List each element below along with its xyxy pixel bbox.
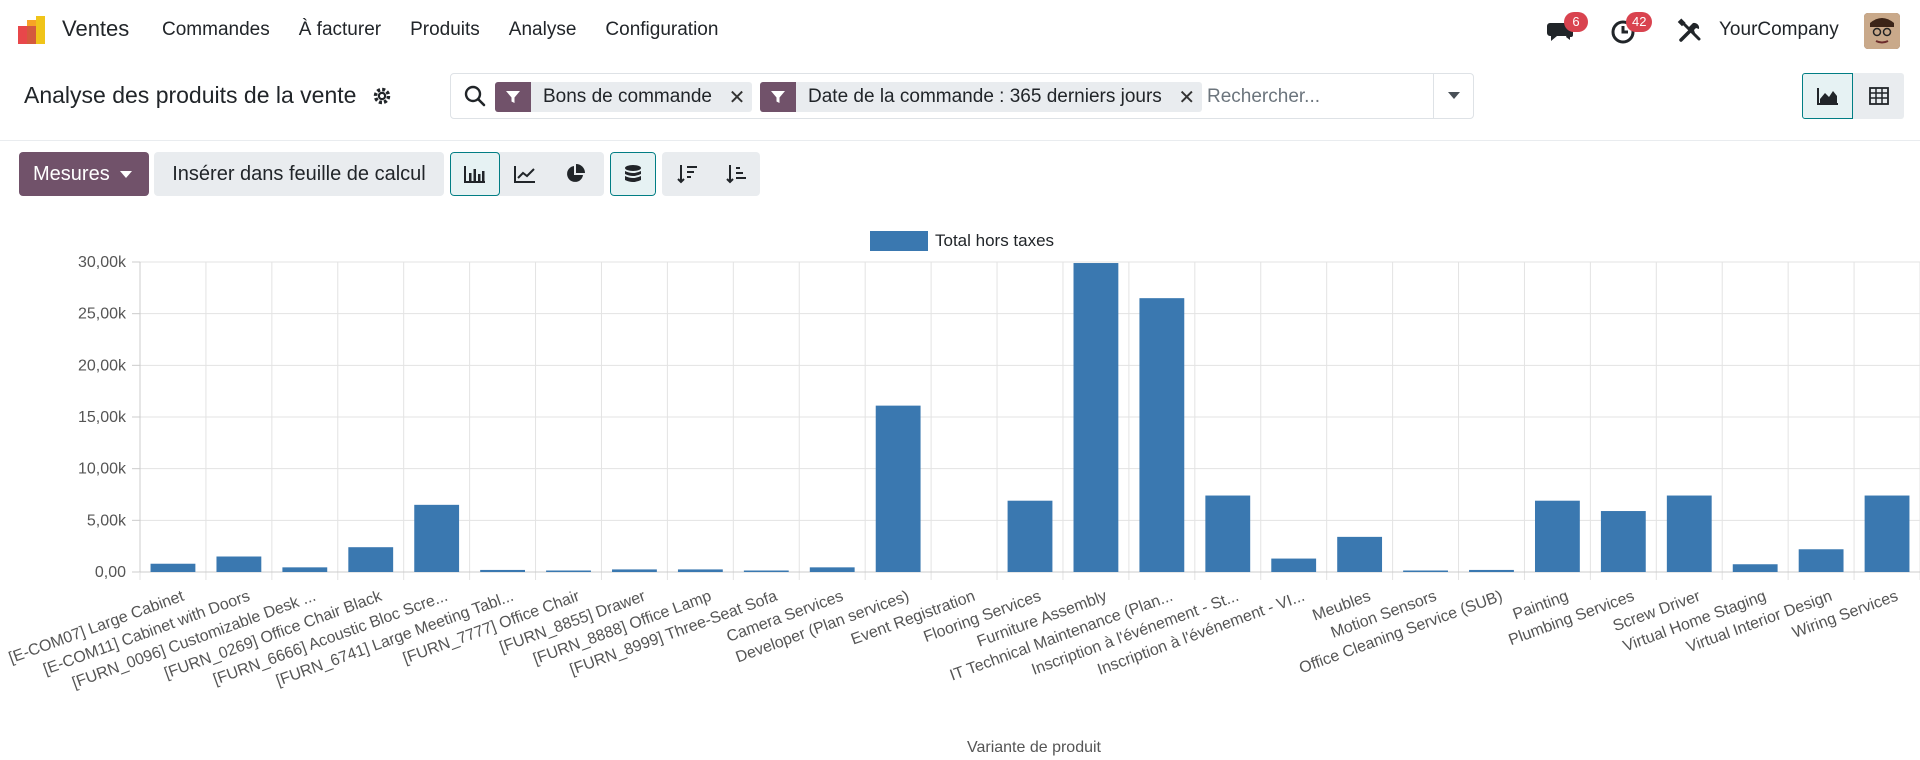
chart-type-group [450, 152, 604, 196]
main-menu: Commandes À facturer Produits Analyse Co… [162, 19, 747, 41]
bar [1864, 495, 1910, 572]
bar [1205, 495, 1251, 572]
filter-icon [760, 82, 796, 112]
avatar-face-icon [1864, 13, 1900, 49]
top-navbar: Ventes Commandes À facturer Produits Ana… [0, 0, 1920, 60]
sales-app-icon[interactable] [16, 14, 48, 46]
bar [677, 569, 723, 572]
y-tick-label: 20,00k [78, 357, 127, 374]
app-name[interactable]: Ventes [62, 16, 129, 42]
graph-view-button[interactable] [1802, 73, 1853, 119]
caret-down-icon [1447, 92, 1460, 99]
bar [1271, 558, 1317, 572]
sort-group [662, 152, 760, 196]
filter-facet-date-commande: Date de la commande : 365 derniers jours… [760, 82, 1202, 112]
y-tick-label: 30,00k [78, 254, 127, 271]
bar [1534, 500, 1580, 572]
insert-spreadsheet-button[interactable]: Insérer dans feuille de calcul [154, 152, 444, 196]
measures-label: Mesures [33, 162, 110, 185]
bar-chart-button[interactable] [450, 152, 500, 196]
bar [1007, 500, 1053, 572]
menu-item-configuration[interactable]: Configuration [605, 19, 718, 41]
filter-icon [495, 82, 531, 112]
bar [743, 570, 789, 572]
bar [875, 405, 921, 572]
pie-chart-icon [567, 164, 585, 182]
y-tick-label: 5,00k [87, 512, 127, 529]
bar [480, 569, 526, 572]
company-name[interactable]: YourCompany [1719, 19, 1839, 41]
area-chart-icon [1816, 88, 1838, 105]
bar [1666, 495, 1712, 572]
remove-facet-button[interactable]: ✕ [722, 82, 752, 112]
y-tick-label: 25,00k [78, 306, 127, 323]
page-title: Analyse des produits de la vente [24, 82, 357, 108]
table-icon [1868, 87, 1889, 105]
menu-item-commandes[interactable]: Commandes [162, 19, 270, 41]
y-tick-label: 15,00k [78, 409, 127, 426]
sort-ascending-icon [725, 165, 746, 184]
menu-item-produits[interactable]: Produits [410, 19, 480, 41]
search-bar: Bons de commande ✕ Date de la commande :… [450, 73, 1474, 119]
bar [809, 567, 855, 572]
stacked-toggle-button[interactable] [610, 152, 656, 196]
bar-chart-icon [464, 166, 485, 183]
bar [1337, 536, 1383, 572]
menu-item-a-facturer[interactable]: À facturer [299, 19, 381, 41]
bar [1469, 569, 1514, 572]
bar [348, 547, 394, 572]
facet-label: Bons de commande [543, 86, 712, 107]
bar [1139, 298, 1185, 572]
bar [546, 570, 591, 572]
y-tick-label: 10,00k [78, 461, 127, 478]
menu-item-analyse[interactable]: Analyse [509, 19, 577, 41]
line-chart-button[interactable] [500, 152, 550, 196]
activities-badge: 42 [1626, 12, 1653, 32]
bar [1798, 549, 1844, 572]
database-stack-icon [625, 165, 641, 182]
bar [1732, 564, 1778, 572]
bar [216, 556, 262, 572]
bar [282, 567, 328, 572]
filter-facet-bons-de-commande: Bons de commande ✕ [495, 82, 752, 112]
user-avatar[interactable] [1864, 13, 1900, 49]
search-input[interactable] [1207, 84, 1437, 110]
tools-icon[interactable] [1676, 17, 1704, 45]
facet-label: Date de la commande : 365 derniers jours [808, 86, 1162, 107]
insert-spreadsheet-label: Insérer dans feuille de calcul [172, 162, 426, 185]
bar [414, 504, 460, 572]
pivot-view-button[interactable] [1853, 73, 1904, 119]
view-switcher [1802, 73, 1904, 119]
caret-down-icon [119, 170, 132, 178]
line-chart-icon [514, 166, 535, 183]
sort-ascending-button[interactable] [711, 152, 760, 196]
sort-descending-icon [676, 165, 697, 184]
sort-descending-button[interactable] [662, 152, 711, 196]
y-tick-label: 0,00 [95, 564, 126, 581]
search-icon[interactable] [463, 84, 487, 108]
bar [612, 569, 657, 572]
gear-icon[interactable] [372, 86, 392, 106]
bar [1403, 570, 1448, 572]
bar [150, 563, 196, 572]
search-options-toggle[interactable] [1433, 74, 1473, 118]
messages-badge: 6 [1564, 12, 1588, 32]
measures-dropdown-button[interactable]: Mesures [19, 152, 149, 196]
remove-facet-button[interactable]: ✕ [1172, 82, 1202, 112]
bar [1073, 263, 1119, 572]
stacked-group [610, 152, 656, 196]
bar-chart: 0,005,00k10,00k15,00k20,00k25,00k30,00k[… [7, 254, 1920, 756]
x-axis-title: Variante de produit [967, 739, 1102, 756]
bar [1600, 511, 1646, 572]
pie-chart-button[interactable] [550, 152, 600, 196]
control-panel-divider [0, 140, 1920, 141]
